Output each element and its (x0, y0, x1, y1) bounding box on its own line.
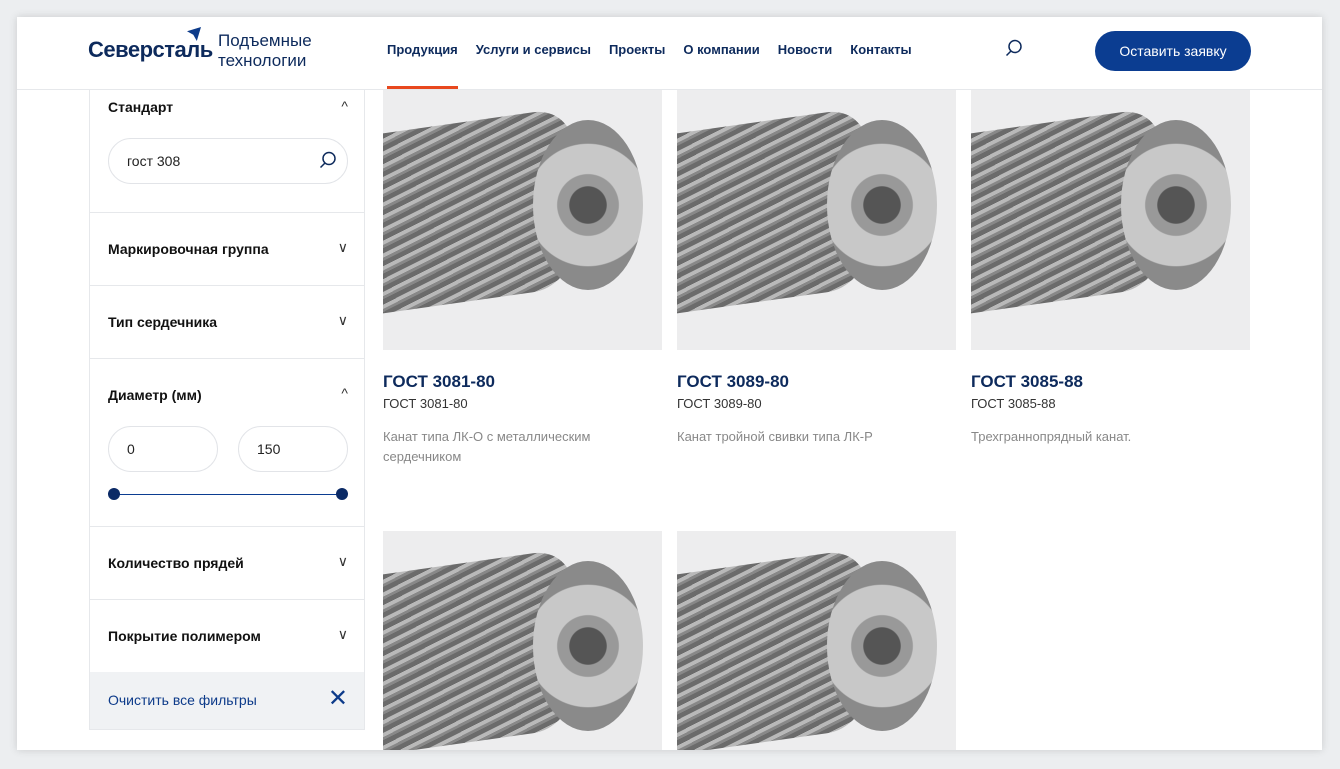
logo[interactable]: Северсталь (88, 37, 213, 63)
filter-polymer[interactable]: Покрытие полимером ∨ (90, 600, 364, 673)
close-icon[interactable]: ✕ (328, 684, 348, 713)
chevron-down-icon[interactable]: ∨ (338, 553, 348, 570)
nav-news[interactable]: Новости (778, 42, 833, 57)
product-card[interactable] (383, 531, 662, 750)
subtitle-line2: технологии (218, 51, 307, 70)
product-image[interactable] (677, 531, 956, 750)
chevron-up-icon[interactable]: ^ (341, 98, 348, 114)
product-title[interactable]: ГОСТ 3081-80 (383, 372, 662, 392)
nav-contacts[interactable]: Контакты (850, 42, 911, 57)
chevron-up-icon[interactable]: ^ (341, 385, 348, 401)
filter-standard-title[interactable]: Стандарт (108, 99, 173, 115)
nav-products[interactable]: Продукция (387, 42, 458, 89)
standard-value: гост 308 (127, 153, 181, 169)
filter-diameter-title[interactable]: Диаметр (мм) (108, 387, 202, 403)
product-subtitle: ГОСТ 3081-80 (383, 396, 468, 411)
standard-search-input[interactable]: гост 308 (108, 138, 348, 184)
product-description: Канат тройной свивки типа ЛК-Р (677, 429, 873, 444)
diameter-min-input[interactable]: 0 (108, 426, 218, 472)
page: Северсталь Подъемные технологии Продукция… (17, 17, 1322, 750)
filter-polymer-title[interactable]: Покрытие полимером (108, 628, 261, 644)
filter-standard: Стандарт ^ гост 308 (90, 90, 364, 213)
product-subtitle: ГОСТ 3089-80 (677, 396, 762, 411)
filter-core-title[interactable]: Тип сердечника (108, 314, 217, 330)
product-card[interactable]: ГОСТ 3085-88 ГОСТ 3085-88 Трехграннопряд… (971, 90, 1250, 447)
product-card[interactable] (677, 531, 956, 750)
product-title[interactable]: ГОСТ 3085-88 (971, 372, 1250, 392)
product-image[interactable] (383, 90, 662, 350)
filters-sidebar: Стандарт ^ гост 308 Маркировочная группа… (89, 90, 365, 730)
filter-strands-title[interactable]: Количество прядей (108, 555, 244, 571)
search-icon[interactable] (1005, 39, 1023, 57)
product-title[interactable]: ГОСТ 3089-80 (677, 372, 956, 392)
nav-services[interactable]: Услуги и сервисы (476, 42, 591, 57)
product-image[interactable] (677, 90, 956, 350)
subtitle-line1: Подъемные (218, 31, 312, 50)
slider-min-handle[interactable] (108, 488, 120, 500)
product-card[interactable]: ГОСТ 3081-80 ГОСТ 3081-80 Канат типа ЛК-… (383, 90, 662, 467)
diameter-max-input[interactable]: 150 (238, 426, 348, 472)
product-card[interactable]: ГОСТ 3089-80 ГОСТ 3089-80 Канат тройной … (677, 90, 956, 447)
filter-marking[interactable]: Маркировочная группа ∨ (90, 213, 364, 286)
search-icon[interactable] (319, 151, 337, 169)
filter-strands[interactable]: Количество прядей ∨ (90, 527, 364, 600)
slider-max-handle[interactable] (336, 488, 348, 500)
submit-request-button[interactable]: Оставить заявку (1095, 31, 1251, 71)
site-subtitle: Подъемные технологии (218, 31, 312, 71)
filter-marking-title[interactable]: Маркировочная группа (108, 241, 269, 257)
diameter-slider-track[interactable] (114, 494, 342, 495)
main-nav: Продукция Услуги и сервисы Проекты О ком… (387, 42, 912, 89)
filter-core[interactable]: Тип сердечника ∨ (90, 286, 364, 359)
clear-filters-label: Очистить все фильтры (108, 692, 257, 708)
product-image[interactable] (971, 90, 1250, 350)
header: Северсталь Подъемные технологии Продукция… (17, 17, 1322, 90)
product-subtitle: ГОСТ 3085-88 (971, 396, 1056, 411)
chevron-down-icon[interactable]: ∨ (338, 239, 348, 256)
product-image[interactable] (383, 531, 662, 750)
product-description: Трехграннопрядный канат. (971, 429, 1132, 444)
filter-diameter: Диаметр (мм) ^ 0 150 (90, 359, 364, 527)
nav-about[interactable]: О компании (683, 42, 759, 57)
nav-projects[interactable]: Проекты (609, 42, 665, 57)
chevron-down-icon[interactable]: ∨ (338, 312, 348, 329)
product-description: Канат типа ЛК-О с металлическим сердечни… (383, 429, 591, 464)
chevron-down-icon[interactable]: ∨ (338, 626, 348, 643)
clear-filters-button[interactable]: Очистить все фильтры ✕ (90, 672, 364, 729)
